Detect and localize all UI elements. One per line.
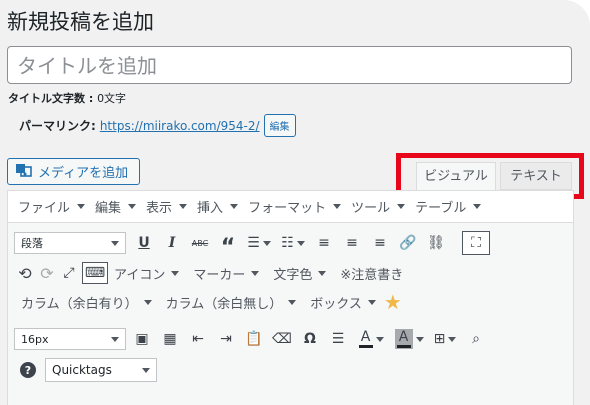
fullscreen-icon[interactable]: ⤢ — [58, 261, 80, 285]
text-color-menu[interactable]: 文字色 — [273, 264, 327, 283]
post-title-input[interactable]: タイトルを追加 — [7, 46, 572, 84]
editor-area: ファイル 編集 表示 挿入 フォーマット ツール テーブル 段落 U I ABC… — [7, 190, 574, 405]
page-title: 新規投稿を追加 — [7, 10, 154, 34]
editor-menubar: ファイル 編集 表示 挿入 フォーマット ツール テーブル — [8, 191, 573, 223]
bullet-list-icon[interactable]: ☰ — [242, 231, 276, 255]
binoculars-icon[interactable]: ⌕ — [462, 327, 490, 351]
word-count-label: タイトル文字数 : — [8, 92, 98, 105]
toolbar-row-1: 段落 U I ABC “ ☰ ☷ ≡ ≡ ≡ 🔗 ⛓ ⛶ — [14, 231, 490, 260]
italic-icon[interactable]: I — [158, 231, 186, 255]
chevron-down-icon — [397, 204, 406, 209]
permalink-edit-button[interactable]: 編集 — [263, 114, 296, 137]
permalink-url[interactable]: https://miirako.com/954-2/ — [100, 119, 260, 133]
text-color-a-icon[interactable]: A — [352, 327, 390, 351]
chevron-down-icon — [142, 367, 150, 373]
blockquote-icon[interactable]: “ — [214, 231, 242, 260]
toolbar-row-3: カラム（余白有り） カラム（余白無し） ボックス ★ — [21, 292, 402, 312]
table-icon[interactable]: ⊞ — [428, 327, 462, 351]
background-color-a-icon[interactable]: A — [390, 327, 428, 351]
toolbar-row-2: ⟲ ⟳ ⤢ ⌨ アイコン マーカー 文字色 ※注意書き — [14, 261, 417, 285]
marker-menu[interactable]: マーカー — [193, 264, 260, 283]
keyboard-shortcuts-icon[interactable]: ⌨ — [82, 262, 108, 284]
star-icon[interactable]: ★ — [384, 292, 402, 312]
chevron-down-icon — [333, 204, 342, 209]
menu-table[interactable]: テーブル — [415, 197, 482, 216]
chevron-down-icon — [111, 240, 119, 246]
align-center-icon[interactable]: ≡ — [338, 231, 366, 255]
toolbar-toggle-icon[interactable]: ⛶ — [462, 231, 490, 255]
quicktags-select[interactable]: Quicktags — [45, 358, 157, 382]
toolbar-row-5: ? Quicktags — [20, 358, 157, 382]
help-icon[interactable]: ? — [20, 362, 36, 378]
strikethrough-icon[interactable]: ABC — [186, 231, 214, 255]
horizontal-line-icon[interactable]: ☰ — [324, 327, 352, 351]
post-editor-screen: 新規投稿を追加 タイトルを追加 タイトル文字数 : 0文字 パーマリンク: ht… — [0, 0, 590, 405]
chevron-down-icon — [473, 204, 482, 209]
unlink-icon[interactable]: ⛓ — [422, 231, 450, 255]
title-word-count: タイトル文字数 : 0文字 — [8, 90, 126, 106]
numbered-list-icon[interactable]: ☷ — [276, 231, 310, 255]
menu-view[interactable]: 表示 — [146, 197, 188, 216]
clear-format-icon[interactable]: ⌫ — [268, 327, 296, 351]
media-icon — [16, 163, 32, 181]
redo-icon[interactable]: ⟳ — [36, 261, 58, 285]
paste-text-icon[interactable]: 📋 — [240, 327, 268, 351]
align-right-icon[interactable]: ≡ — [366, 231, 394, 255]
chevron-down-icon — [179, 204, 188, 209]
menu-insert[interactable]: 挿入 — [197, 197, 239, 216]
chevron-down-icon — [77, 204, 86, 209]
icon-insert-menu[interactable]: アイコン — [114, 264, 180, 283]
undo-icon[interactable]: ⟲ — [14, 261, 36, 285]
indent-icon[interactable]: ⇥ — [212, 327, 240, 351]
chevron-down-icon — [128, 204, 137, 209]
menu-format[interactable]: フォーマット — [248, 197, 342, 216]
chevron-down-icon — [111, 336, 119, 342]
underline-icon[interactable]: U — [130, 231, 158, 255]
permalink-label: パーマリンク: — [19, 119, 96, 133]
chevron-down-icon — [230, 204, 239, 209]
format-select[interactable]: 段落 — [14, 232, 126, 254]
outdent-icon[interactable]: ⇤ — [184, 327, 212, 351]
word-count-value: 0文字 — [97, 92, 127, 105]
menu-edit[interactable]: 編集 — [95, 197, 137, 216]
note-button[interactable]: ※注意書き — [340, 264, 403, 283]
video-icon[interactable]: ▦ — [156, 327, 184, 351]
link-icon[interactable]: 🔗 — [394, 231, 422, 255]
toolbar-row-4: 16px ▣ ▦ ⇤ ⇥ 📋 ⌫ Ω ☰ A A ⊞ ⌕ — [14, 327, 490, 351]
omega-icon[interactable]: Ω — [296, 327, 324, 351]
box-menu[interactable]: ボックス — [310, 293, 376, 312]
menu-tools[interactable]: ツール — [351, 197, 406, 216]
permalink-row: パーマリンク: https://miirako.com/954-2/ 編集 — [19, 114, 296, 137]
align-left-icon[interactable]: ≡ — [310, 231, 338, 255]
column-no-margin-menu[interactable]: カラム（余白無し） — [166, 293, 297, 312]
add-media-label: メディアを追加 — [38, 166, 129, 181]
column-with-margin-menu[interactable]: カラム（余白有り） — [21, 293, 152, 312]
font-size-select[interactable]: 16px — [14, 328, 126, 350]
add-media-button[interactable]: メディアを追加 — [7, 158, 140, 185]
menu-file[interactable]: ファイル — [18, 197, 86, 216]
image-icon[interactable]: ▣ — [128, 327, 156, 351]
